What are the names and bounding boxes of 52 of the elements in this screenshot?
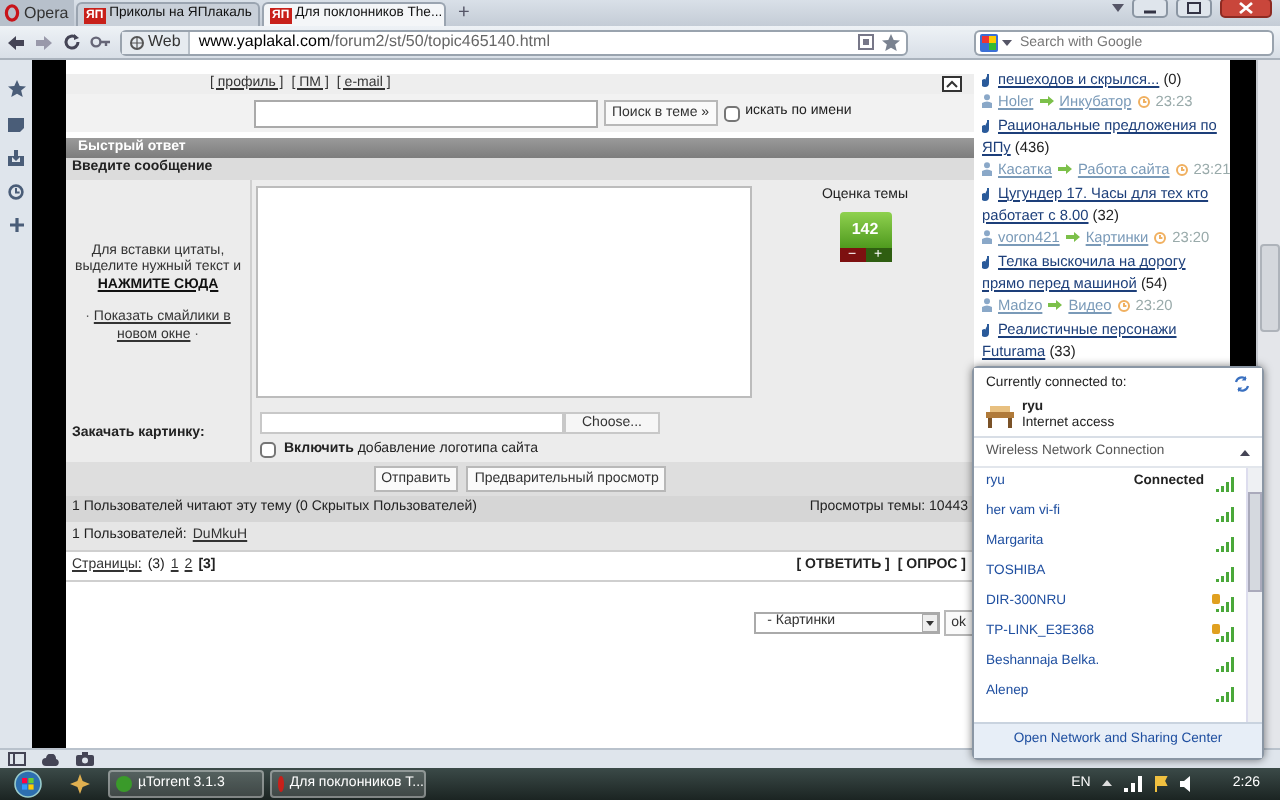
- clock-icon: [1117, 299, 1130, 311]
- new-tab-button[interactable]: +: [458, 2, 470, 26]
- feed-icon[interactable]: [858, 34, 874, 50]
- arrow-icon: [1039, 96, 1054, 106]
- clock-icon[interactable]: [8, 184, 24, 200]
- file-field[interactable]: [260, 411, 564, 434]
- cloud-icon[interactable]: [42, 753, 60, 765]
- caret-icon[interactable]: [1102, 780, 1113, 787]
- user-icon: [982, 94, 992, 108]
- search-field[interactable]: [254, 99, 598, 127]
- plus-icon[interactable]: [9, 218, 23, 232]
- download-icon[interactable]: [8, 150, 24, 166]
- scrollbar[interactable]: [1246, 468, 1262, 722]
- clock-icon: [1175, 163, 1188, 175]
- minimize-icon[interactable]: [1132, 0, 1168, 18]
- clock-icon: [1137, 95, 1150, 107]
- star-icon[interactable]: [882, 33, 900, 51]
- star-icon[interactable]: [7, 80, 25, 98]
- rating-value: 142: [839, 212, 891, 249]
- arrow-icon: [1057, 164, 1072, 174]
- maximize-icon[interactable]: [1176, 0, 1212, 18]
- globe-icon: [130, 35, 144, 49]
- notes-icon[interactable]: [8, 116, 24, 132]
- user-icon: [982, 162, 992, 176]
- camera-icon[interactable]: [76, 752, 94, 766]
- start-button[interactable]: [12, 770, 44, 798]
- address-field[interactable]: Web www.yaplakal.com/forum2/st/50/topic465140.html: [120, 29, 908, 55]
- close-icon[interactable]: [1220, 0, 1272, 18]
- panel-icon[interactable]: [8, 752, 26, 766]
- bench-icon: [986, 405, 1014, 428]
- flag-icon[interactable]: [1154, 775, 1169, 792]
- arrow-icon: [1065, 232, 1080, 242]
- menu-button[interactable]: Opera: [0, 0, 74, 26]
- checkbox[interactable]: [260, 441, 276, 458]
- clock-icon: [1154, 231, 1167, 243]
- web-badge: Web: [122, 31, 191, 53]
- key-icon[interactable]: [90, 34, 112, 50]
- reload-icon[interactable]: [62, 32, 82, 52]
- user-icon: [982, 298, 992, 312]
- sparkle-icon[interactable]: [70, 774, 90, 794]
- logo-icon: [4, 4, 20, 22]
- arrow-icon: [1048, 300, 1063, 310]
- dropdown-icon: [921, 614, 938, 632]
- scroll-top-icon[interactable]: [942, 76, 962, 92]
- signal-icon[interactable]: [1124, 775, 1143, 792]
- caret-icon[interactable]: [1112, 4, 1124, 12]
- checkbox[interactable]: [723, 105, 740, 121]
- collapse-icon[interactable]: [1240, 449, 1250, 455]
- url-text: www.yaplakal.com/forum2/st/50/topic465140.html: [198, 32, 552, 52]
- user-icon: [982, 230, 992, 244]
- back-icon[interactable]: [6, 33, 26, 51]
- refresh-icon[interactable]: [1234, 376, 1250, 393]
